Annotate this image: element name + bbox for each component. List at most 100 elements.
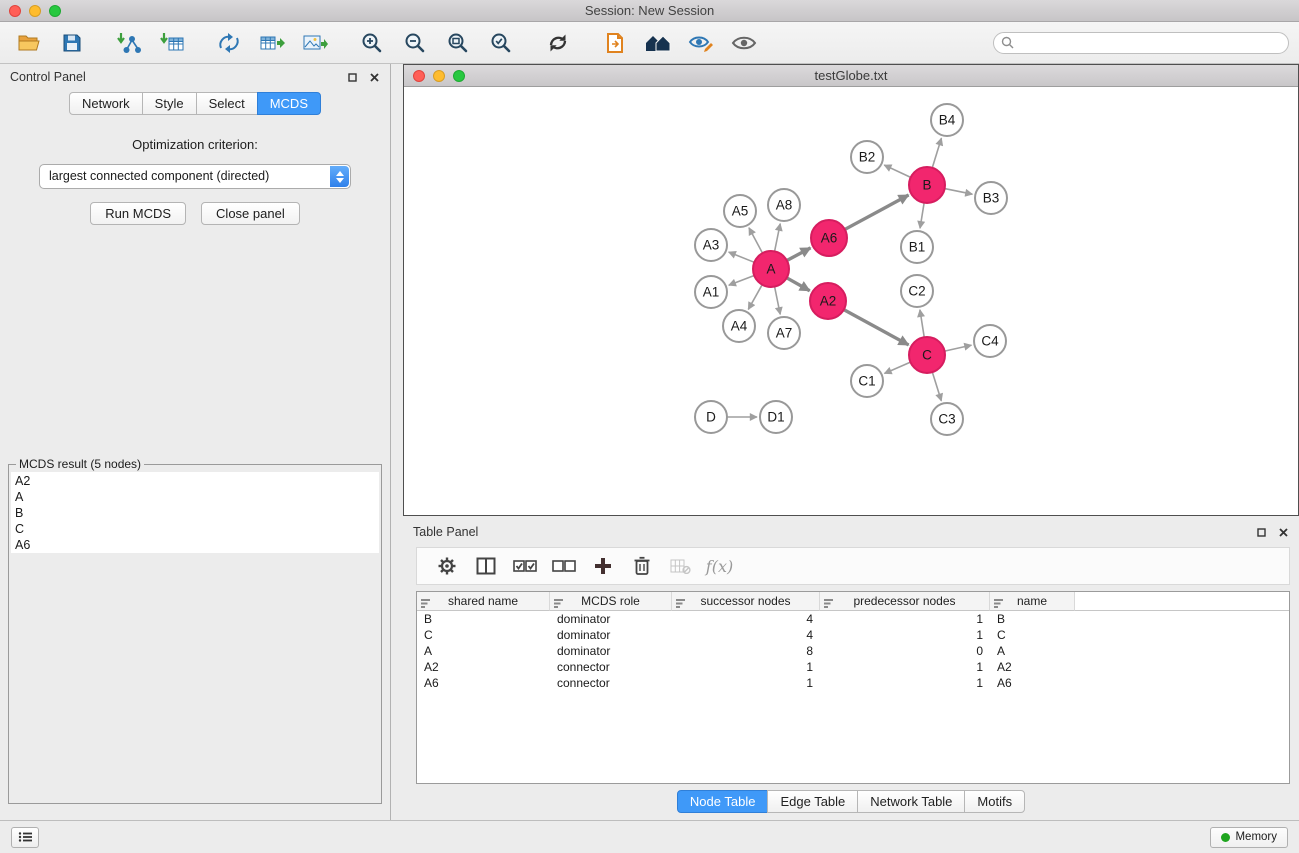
table-cell[interactable]: 1 [820,627,990,643]
graph-edge-B-B2[interactable] [884,165,910,177]
graph-node-A[interactable]: A [753,251,789,287]
graph-edge-A-A5[interactable] [749,228,763,253]
graph-node-C[interactable]: C [909,337,945,373]
graph-node-D1[interactable]: D1 [760,401,792,433]
task-history-button[interactable] [11,827,39,848]
close-table-panel-button[interactable] [1277,526,1289,538]
table-cell[interactable]: A6 [990,675,1075,691]
table-cell[interactable]: A [417,643,550,659]
table-row[interactable]: Cdominator41C [417,627,1289,643]
table-cell[interactable]: 1 [820,675,990,691]
criterion-dropdown[interactable]: largest connected component (directed) [39,164,351,189]
graph-edge-C-C1[interactable] [884,362,910,373]
import-table-button[interactable] [155,27,189,59]
tab-select[interactable]: Select [196,92,258,115]
graph-edge-B-B3[interactable] [945,189,973,195]
table-cell[interactable]: 4 [672,627,820,643]
table-cell[interactable]: dominator [550,627,672,643]
table-cell[interactable]: 1 [672,659,820,675]
graph-node-A3[interactable]: A3 [695,229,727,261]
graph-node-A7[interactable]: A7 [768,317,800,349]
graph-node-C1[interactable]: C1 [851,365,883,397]
zoom-selected-button[interactable] [484,27,518,59]
search-field[interactable] [993,32,1289,54]
zoom-fit-button[interactable] [441,27,475,59]
tab-network[interactable]: Network [69,92,143,115]
run-mcds-button[interactable]: Run MCDS [90,202,186,225]
table-cell[interactable]: 1 [820,611,990,627]
tab-mcds[interactable]: MCDS [257,92,321,115]
tab-motifs[interactable]: Motifs [964,790,1025,813]
graph-edge-A-A1[interactable] [729,275,754,285]
deselect-all-button[interactable] [544,551,583,581]
column-header-MCDS-role[interactable]: MCDS role [550,592,672,611]
show-columns-button[interactable] [466,551,505,581]
show-hide-button[interactable] [727,27,761,59]
graph-edge-B-B1[interactable] [920,203,924,228]
table-cell[interactable]: A2 [417,659,550,675]
graph-edge-C-C3[interactable] [932,372,941,401]
table-cell[interactable]: 0 [820,643,990,659]
column-header-name[interactable]: name [990,592,1075,611]
graph-edge-A-A8[interactable] [775,224,781,252]
graph-node-B2[interactable]: B2 [851,141,883,173]
apply-layout-button[interactable] [541,27,575,59]
open-session-button[interactable] [12,27,46,59]
style-preview-button[interactable] [684,27,718,59]
graph-node-B[interactable]: B [909,167,945,203]
export-network-button[interactable] [212,27,246,59]
zoom-in-button[interactable] [355,27,389,59]
tab-edge-table[interactable]: Edge Table [767,790,858,813]
network-canvas[interactable]: B4B2BB3A5A8A6B1A3AC2A1A2A4A7C4CC1C3DD1 [404,87,1298,515]
table-cell[interactable]: B [417,611,550,627]
graph-node-A2[interactable]: A2 [810,283,846,319]
float-panel-button[interactable] [346,71,358,83]
memory-button[interactable]: Memory [1210,827,1288,848]
mcds-result-item[interactable]: A2 [11,473,379,489]
tab-node-table[interactable]: Node Table [677,790,769,813]
table-cell[interactable]: connector [550,675,672,691]
graph-node-A8[interactable]: A8 [768,189,800,221]
table-row[interactable]: Bdominator41B [417,611,1289,627]
table-cell[interactable]: 1 [672,675,820,691]
close-panel-icon-button[interactable] [368,71,380,83]
table-cell[interactable]: A6 [417,675,550,691]
graph-edge-B-B4[interactable] [932,138,941,168]
graph-edge-A-A3[interactable] [729,252,755,262]
delete-column-button[interactable] [622,551,661,581]
export-image-button[interactable] [298,27,332,59]
table-cell[interactable]: connector [550,659,672,675]
tab-style[interactable]: Style [142,92,197,115]
table-cell[interactable]: 4 [672,611,820,627]
graph-node-A6[interactable]: A6 [811,220,847,256]
table-row[interactable]: A6connector11A6 [417,675,1289,691]
graph-edge-A-A4[interactable] [748,285,762,310]
table-row[interactable]: A2connector11A2 [417,659,1289,675]
zoom-out-button[interactable] [398,27,432,59]
mcds-result-item[interactable]: A6 [11,537,379,553]
table-row[interactable]: Adominator80A [417,643,1289,659]
table-cell[interactable]: A [990,643,1075,659]
table-cell[interactable]: dominator [550,611,672,627]
graph-edge-A-A2[interactable] [787,278,810,291]
graph-node-D[interactable]: D [695,401,727,433]
close-panel-button[interactable]: Close panel [201,202,300,225]
float-table-panel-button[interactable] [1255,526,1267,538]
table-cell[interactable]: dominator [550,643,672,659]
search-input[interactable] [1014,34,1288,52]
graph-edge-A2-C[interactable] [844,310,909,345]
open-panel-button[interactable] [598,27,632,59]
column-header-successor-nodes[interactable]: successor nodes [672,592,820,611]
graph-edge-C-C4[interactable] [945,345,972,351]
graph-edge-A6-B[interactable] [845,195,909,229]
graph-node-A1[interactable]: A1 [695,276,727,308]
table-cell[interactable]: B [990,611,1075,627]
graph-node-B1[interactable]: B1 [901,231,933,263]
graph-node-C4[interactable]: C4 [974,325,1006,357]
table-settings-button[interactable] [427,551,466,581]
mcds-result-item[interactable]: A [11,489,379,505]
graph-node-A5[interactable]: A5 [724,195,756,227]
graph-edge-C-C2[interactable] [920,310,924,337]
mcds-result-list[interactable]: A2ABCA6 [11,472,379,553]
graph-node-C3[interactable]: C3 [931,403,963,435]
